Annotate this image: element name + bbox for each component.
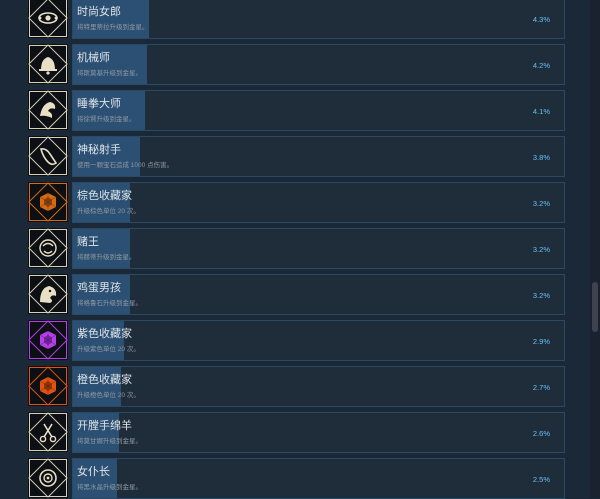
- unlock-percent: 4.1%: [532, 107, 550, 116]
- achievement-panel: 棕色收藏家升级棕色单位 20 次。 3.2%: [72, 182, 565, 223]
- achievement-badge: [28, 274, 68, 314]
- achievement-title: 橙色收藏家: [77, 374, 132, 386]
- achievement-badge: [28, 0, 68, 38]
- achievement-description: 将格鲁石升级到金星。: [77, 300, 142, 307]
- achievement-badge: [28, 136, 68, 176]
- unlock-percent: 3.8%: [532, 153, 550, 162]
- unlock-percent: 3.2%: [532, 291, 550, 300]
- achievement-row[interactable]: 赌王将赫蒂升级到金星。 3.2%: [24, 228, 565, 269]
- achievement-row[interactable]: 睡拳大师将徐賢升级到金星。 4.1%: [24, 90, 565, 131]
- achievement-description: 升级紫色单位 20 次。: [77, 346, 140, 353]
- achievement-panel: 鸡蛋男孩将格鲁石升级到金星。 3.2%: [72, 274, 565, 315]
- unlock-percent: 2.5%: [532, 475, 550, 484]
- unlock-percent: 3.2%: [532, 245, 550, 254]
- achievement-panel: 时尚女郎将特里蒂拉升级到金星。 4.3%: [72, 0, 565, 39]
- achievement-panel: 机械师将斯莫基升级到金星。 4.2%: [72, 44, 565, 85]
- achievement-badge: [28, 182, 68, 222]
- achievement-row[interactable]: 棕色收藏家升级棕色单位 20 次。 3.2%: [24, 182, 565, 223]
- achievement-row[interactable]: 女仆长将黑水晶升级到金星。 2.5%: [24, 458, 565, 499]
- achievement-row[interactable]: 机械师将斯莫基升级到金星。 4.2%: [24, 44, 565, 85]
- achievement-title: 鸡蛋男孩: [77, 282, 121, 294]
- achievement-description: 升级棕色单位 20 次。: [77, 208, 140, 215]
- achievement-badge: [28, 90, 68, 130]
- achievement-badge: [28, 44, 68, 84]
- scrollbar-thumb[interactable]: [592, 282, 598, 332]
- achievement-panel: 赌王将赫蒂升级到金星。 3.2%: [72, 228, 565, 269]
- achievement-badge: [28, 458, 68, 498]
- achievement-badge: [28, 366, 68, 406]
- achievement-description: 将徐賢升级到金星。: [77, 116, 136, 123]
- achievement-title: 赌王: [77, 236, 99, 248]
- unlock-percent: 4.2%: [532, 61, 550, 70]
- achievement-title: 女仆长: [77, 466, 110, 478]
- achievement-panel: 睡拳大师将徐賢升级到金星。 4.1%: [72, 90, 565, 131]
- achievement-title: 时尚女郎: [77, 6, 121, 18]
- achievement-row[interactable]: 神秘射手使用一颗宝石造成 1000 点伤害。 3.8%: [24, 136, 565, 177]
- achievement-panel: 神秘射手使用一颗宝石造成 1000 点伤害。 3.8%: [72, 136, 565, 177]
- unlock-percent: 4.3%: [532, 15, 550, 24]
- achievement-description: 将特里蒂拉升级到金星。: [77, 24, 149, 31]
- achievement-description: 将莫甘娜升级到金星。: [77, 438, 142, 445]
- achievement-description: 升级橙色单位 20 次。: [77, 392, 140, 399]
- unlock-percent: 3.2%: [532, 199, 550, 208]
- achievement-description: 将黑水晶升级到金星。: [77, 484, 142, 491]
- achievement-badge: [28, 412, 68, 452]
- unlock-percent: 2.7%: [532, 383, 550, 392]
- achievement-title: 睡拳大师: [77, 98, 121, 110]
- achievement-row[interactable]: 紫色收藏家升级紫色单位 20 次。 2.9%: [24, 320, 565, 361]
- achievement-panel: 紫色收藏家升级紫色单位 20 次。 2.9%: [72, 320, 565, 361]
- achievement-title: 棕色收藏家: [77, 190, 132, 202]
- achievement-row[interactable]: 时尚女郎将特里蒂拉升级到金星。 4.3%: [24, 0, 565, 39]
- achievement-title: 开膛手绵羊: [77, 420, 132, 432]
- achievement-panel: 橙色收藏家升级橙色单位 20 次。 2.7%: [72, 366, 565, 407]
- achievement-title: 神秘射手: [77, 144, 121, 156]
- achievement-description: 将赫蒂升级到金星。: [77, 254, 136, 261]
- scrollbar[interactable]: [590, 0, 600, 498]
- achievement-badge: [28, 320, 68, 360]
- achievement-panel: 开膛手绵羊将莫甘娜升级到金星。 2.6%: [72, 412, 565, 453]
- achievement-row[interactable]: 鸡蛋男孩将格鲁石升级到金星。 3.2%: [24, 274, 565, 315]
- achievement-description: 将斯莫基升级到金星。: [77, 70, 142, 77]
- achievement-row[interactable]: 开膛手绵羊将莫甘娜升级到金星。 2.6%: [24, 412, 565, 453]
- achievement-title: 紫色收藏家: [77, 328, 132, 340]
- unlock-percent: 2.6%: [532, 429, 550, 438]
- achievement-row[interactable]: 橙色收藏家升级橙色单位 20 次。 2.7%: [24, 366, 565, 407]
- achievement-panel: 女仆长将黑水晶升级到金星。 2.5%: [72, 458, 565, 499]
- achievement-description: 使用一颗宝石造成 1000 点伤害。: [77, 162, 174, 169]
- achievement-badge: [28, 228, 68, 268]
- unlock-percent: 2.9%: [532, 337, 550, 346]
- achievement-title: 机械师: [77, 52, 110, 64]
- achievement-list: 时尚女郎将特里蒂拉升级到金星。 4.3% 机械师将斯莫基升级到金星。 4.2% 睡拳大师…: [0, 0, 590, 499]
